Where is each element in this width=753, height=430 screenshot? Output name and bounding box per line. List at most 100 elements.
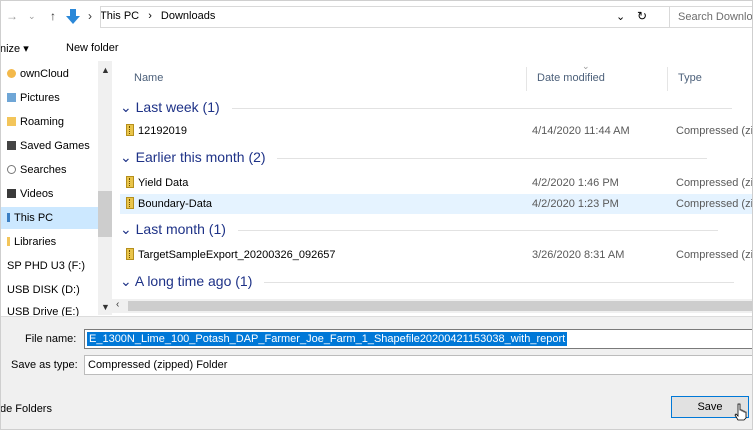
file-date: 3/26/2020 8:31 AM — [532, 249, 625, 261]
scroll-down-icon[interactable]: ▼ — [101, 302, 110, 312]
column-divider[interactable] — [526, 67, 527, 91]
nav-item-label: Saved Games — [20, 140, 90, 152]
computer-icon — [7, 213, 10, 222]
column-divider[interactable] — [667, 67, 668, 91]
file-name-value: E_1300N_Lime_100_Potash_DAP_Farmer_Joe_F… — [87, 332, 568, 346]
sort-indicator-icon: ⌄ — [582, 61, 590, 71]
nav-item-saved-games[interactable]: Saved Games — [0, 135, 98, 157]
group-divider — [231, 107, 732, 109]
back-arrow-icon[interactable]: → — [6, 9, 18, 23]
nav-item-this-pc[interactable]: This PC — [0, 207, 98, 229]
nav-item-sp-phd-u3[interactable]: SP PHD U3 (F:) — [0, 255, 98, 277]
nav-item-label: USB DISK (D:) — [7, 284, 80, 296]
breadcrumb-separator: › — [148, 10, 152, 22]
file-type: Compressed (zi — [676, 125, 753, 137]
file-name: 12192019 — [138, 125, 187, 137]
file-date: 4/2/2020 1:46 PM — [532, 177, 619, 189]
chevron-down-icon: ⌄ — [120, 99, 132, 115]
group-label: Last week (1) — [135, 99, 220, 115]
group-label: Last month (1) — [135, 221, 226, 237]
command-bar: nize ▾ New folder — [0, 35, 753, 61]
nav-item-roaming[interactable]: Roaming — [0, 111, 98, 133]
scroll-up-icon[interactable]: ▲ — [101, 65, 110, 75]
nav-item-searches[interactable]: Searches — [0, 159, 98, 181]
column-header-name[interactable]: Name — [134, 72, 163, 84]
up-arrow-icon[interactable]: ↑ — [50, 9, 56, 23]
address-dropdown-icon[interactable]: ⌄ — [616, 10, 625, 23]
nav-item-usb-disk-d[interactable]: USB DISK (D:) — [0, 279, 98, 301]
nav-item-label: Pictures — [20, 92, 60, 104]
nav-pane-scrollbar[interactable]: ▲ ▼ — [98, 61, 112, 315]
file-date: 4/2/2020 1:23 PM — [532, 198, 619, 210]
zip-folder-icon — [126, 124, 134, 136]
nav-item-label: SP PHD U3 (F:) — [7, 260, 86, 272]
zip-folder-icon — [126, 176, 134, 188]
group-header-long-time-ago[interactable]: ⌄ A long time ago (1) — [120, 273, 735, 290]
file-list: Name Date modified ⌄ Type ⌄ Last week (1… — [112, 61, 753, 315]
breadcrumb-chevron-icon: › — [88, 9, 92, 23]
file-name: Yield Data — [138, 177, 189, 189]
nav-item-label: Videos — [20, 188, 54, 200]
zip-folder-icon — [126, 248, 134, 260]
group-header-last-month[interactable]: ⌄ Last month (1) — [120, 221, 718, 238]
file-row-selected[interactable]: Boundary-Data 4/2/2020 1:23 PM Compresse… — [120, 194, 753, 214]
file-row[interactable]: Yield Data 4/2/2020 1:46 PM Compressed (… — [120, 173, 753, 193]
videos-icon — [7, 189, 16, 198]
file-name-label: File name: — [25, 333, 77, 345]
file-row[interactable]: 12192019 4/14/2020 11:44 AM Compressed (… — [120, 121, 753, 141]
nav-item-owncloud[interactable]: ownCloud — [0, 63, 98, 85]
file-row[interactable]: TargetSampleExport_20200326_092657 3/26/… — [120, 245, 753, 265]
group-label: A long time ago (1) — [134, 273, 253, 289]
file-type: Compressed (zi — [676, 249, 753, 261]
nav-item-libraries[interactable]: Libraries — [0, 231, 98, 253]
group-divider — [237, 229, 718, 231]
recent-locations-chevron-icon[interactable]: ⌄ — [28, 11, 36, 22]
nav-item-videos[interactable]: Videos — [0, 183, 98, 205]
refresh-icon[interactable]: ↻ — [637, 9, 647, 23]
nav-item-label: ownCloud — [20, 68, 69, 80]
pictures-icon — [7, 93, 16, 102]
file-name: Boundary-Data — [138, 198, 212, 210]
group-label: Earlier this month (2) — [135, 149, 266, 165]
search-input[interactable]: Search Downloads — [669, 6, 753, 28]
cloud-icon — [7, 69, 16, 78]
nav-item-label: Libraries — [14, 236, 57, 248]
libraries-icon — [7, 237, 10, 246]
nav-scrollbar-thumb[interactable] — [98, 191, 112, 237]
nav-item-label: This PC — [14, 212, 54, 224]
new-folder-button[interactable]: New folder — [66, 42, 119, 54]
breadcrumb: This PC › Downloads — [100, 10, 221, 22]
search-placeholder: Search Downloads — [678, 11, 753, 23]
column-header-date-modified[interactable]: Date modified — [537, 72, 605, 84]
search-icon — [7, 165, 16, 174]
folder-icon — [7, 117, 16, 126]
group-header-earlier-this-month[interactable]: ⌄ Earlier this month (2) — [120, 149, 708, 166]
save-as-type-label: Save as type: — [11, 359, 78, 371]
address-bar-row: → ⌄ ↑ › This PC › Downloads ⌄ ↻ Search D… — [0, 0, 753, 34]
chevron-down-icon: ⌄ — [120, 221, 132, 237]
file-name-input[interactable]: E_1300N_Lime_100_Potash_DAP_Farmer_Joe_F… — [84, 329, 753, 349]
organize-button[interactable]: nize ▾ — [0, 42, 29, 55]
nav-item-pictures[interactable]: Pictures — [0, 87, 98, 109]
save-as-type-select[interactable]: Compressed (zipped) Folder — [84, 355, 753, 375]
group-header-last-week[interactable]: ⌄ Last week (1) — [120, 99, 732, 116]
group-divider — [277, 157, 708, 159]
chevron-down-icon: ⌄ — [120, 273, 132, 289]
horizontal-scrollbar-thumb[interactable] — [128, 301, 753, 311]
file-name: TargetSampleExport_20200326_092657 — [138, 249, 336, 261]
breadcrumb-downloads[interactable]: Downloads — [161, 10, 215, 22]
column-header-type[interactable]: Type — [678, 72, 702, 84]
chevron-down-icon: ⌄ — [120, 149, 132, 165]
file-type: Compressed (zi — [676, 177, 753, 189]
zip-folder-icon — [126, 197, 134, 209]
hide-folders-toggle[interactable]: de Folders — [0, 403, 52, 415]
file-type: Compressed (zi — [676, 198, 753, 210]
downloads-arrow-icon — [66, 9, 80, 24]
breadcrumb-this-pc[interactable]: This PC — [100, 10, 139, 22]
address-box[interactable]: This PC › Downloads — [100, 6, 656, 28]
navigation-pane: ownCloud Pictures Roaming Saved Games Se… — [0, 61, 112, 318]
hand-cursor-icon — [734, 403, 747, 421]
scroll-left-icon[interactable]: ‹ — [116, 299, 119, 310]
save-form: File name: E_1300N_Lime_100_Potash_DAP_F… — [0, 316, 753, 430]
horizontal-scrollbar[interactable]: ‹ — [112, 299, 753, 313]
